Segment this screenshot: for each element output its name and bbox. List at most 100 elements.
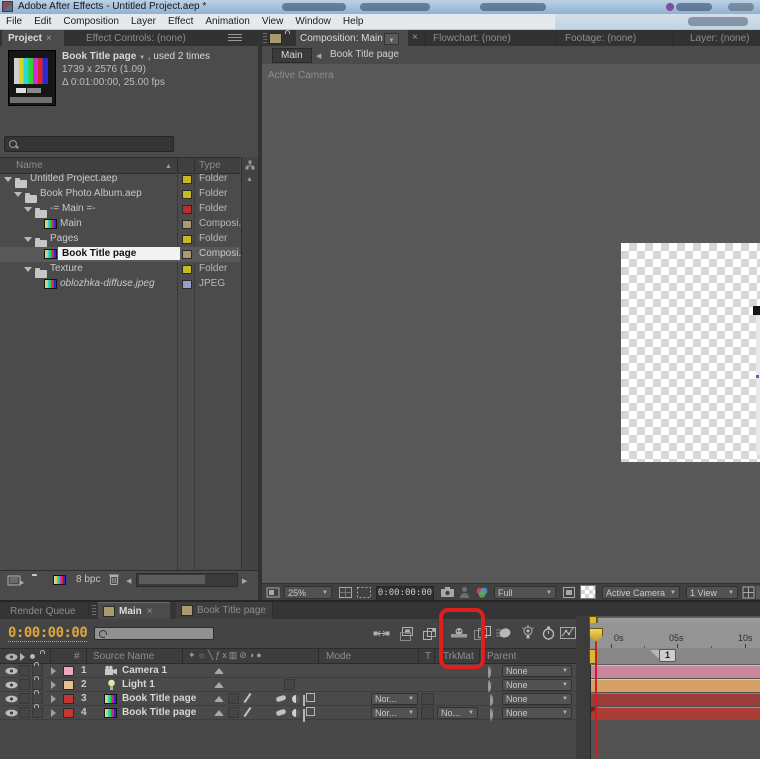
show-snapshot-icon[interactable] xyxy=(459,586,470,598)
motion-blur-icon[interactable] xyxy=(495,627,512,640)
magnification-dropdown[interactable]: 25% xyxy=(284,586,332,599)
tab-timeline-main[interactable]: Main xyxy=(98,602,170,619)
collapse-switch-icon[interactable] xyxy=(214,710,224,716)
breadcrumb-back-icon[interactable] xyxy=(316,50,321,61)
channels-icon[interactable] xyxy=(474,586,490,599)
parent-dropdown[interactable]: None xyxy=(502,679,572,691)
region-of-interest-icon[interactable] xyxy=(356,586,372,599)
layer-name[interactable]: Book Title page xyxy=(122,707,196,718)
menu-help[interactable]: Help xyxy=(337,14,370,29)
quality-switch-icon[interactable] xyxy=(244,693,252,703)
layer-label-swatch[interactable] xyxy=(63,708,74,718)
lock-toggle[interactable] xyxy=(32,693,43,704)
close-icon[interactable] xyxy=(412,32,418,43)
layer-bar-1[interactable] xyxy=(591,665,760,678)
audio-column-icon[interactable] xyxy=(20,653,29,661)
twirl-arrow-icon[interactable] xyxy=(51,695,56,703)
interpret-footage-icon[interactable] xyxy=(7,574,25,586)
hscroll-track[interactable] xyxy=(136,573,238,587)
collapse-switch-icon[interactable] xyxy=(214,682,224,688)
expand-arrow-icon[interactable] xyxy=(14,192,22,197)
always-preview-icon[interactable] xyxy=(266,587,280,598)
close-icon[interactable] xyxy=(46,33,52,44)
hscroll-left-icon[interactable] xyxy=(126,575,131,586)
label-swatch[interactable] xyxy=(182,235,192,244)
tab-timeline-book-title-page[interactable]: Book Title page xyxy=(176,602,272,619)
motion-blur-switch-icon[interactable] xyxy=(275,709,286,717)
exposure-icon[interactable] xyxy=(756,586,760,599)
menu-view[interactable]: View xyxy=(256,14,290,29)
expand-arrow-icon[interactable] xyxy=(24,267,32,272)
trkmat-dropdown[interactable]: No... xyxy=(437,707,478,719)
label-swatch[interactable] xyxy=(182,205,192,214)
close-icon[interactable] xyxy=(147,606,153,617)
expand-arrow-icon[interactable] xyxy=(24,207,32,212)
audio-toggle[interactable] xyxy=(19,679,30,690)
auto-keyframe-icon[interactable] xyxy=(541,626,556,641)
snapshot-icon[interactable] xyxy=(440,586,455,598)
menu-effect[interactable]: Effect xyxy=(162,14,199,29)
panel-grip[interactable] xyxy=(263,33,267,43)
label-swatch[interactable] xyxy=(182,220,192,229)
label-swatch[interactable] xyxy=(182,280,192,289)
switches-column-icons[interactable]: ✦☼╲ƒx▥⊘◑● xyxy=(188,650,264,661)
collapse-switch-icon[interactable] xyxy=(214,696,224,702)
tab-flowchart[interactable]: Flowchart: (none) xyxy=(433,33,511,44)
pickwhip-icon[interactable] xyxy=(490,708,492,721)
tree-row-book-title-page[interactable]: Book Title page Composi... xyxy=(0,247,240,262)
parent-dropdown[interactable]: None xyxy=(502,665,572,677)
tree-row-book-photo-album[interactable]: Book Photo Album.aep Folder xyxy=(0,187,240,202)
lock-toggle[interactable] xyxy=(32,679,43,690)
sort-ascending-icon[interactable] xyxy=(165,160,172,171)
tab-footage[interactable]: Footage: (none) xyxy=(565,33,636,44)
footage-thumbnail[interactable] xyxy=(8,50,56,106)
trash-icon[interactable] xyxy=(108,573,120,586)
project-search-input[interactable] xyxy=(4,136,174,152)
solo-column-icon[interactable] xyxy=(30,654,35,659)
tab-effect-controls[interactable]: Effect Controls: (none) xyxy=(86,33,186,44)
comp-marker-flag[interactable] xyxy=(650,650,659,659)
eye-icon[interactable] xyxy=(5,695,18,703)
menu-window[interactable]: Window xyxy=(289,14,337,29)
draft-3d-icon[interactable] xyxy=(421,626,438,641)
hscroll-thumb[interactable] xyxy=(139,575,205,584)
menu-composition[interactable]: Composition xyxy=(57,14,125,29)
expand-arrow-icon[interactable] xyxy=(24,237,32,242)
twirl-arrow-icon[interactable] xyxy=(51,709,56,717)
project-vscrollbar[interactable] xyxy=(241,157,258,585)
view-layout-dropdown[interactable]: 1 View xyxy=(686,586,738,599)
column-type[interactable]: Type xyxy=(199,160,221,171)
quality-switch-icon[interactable] xyxy=(244,707,252,717)
live-update-icon[interactable] xyxy=(400,626,416,641)
lock-toggle[interactable] xyxy=(32,665,43,676)
menu-layer[interactable]: Layer xyxy=(125,14,162,29)
label-swatch[interactable] xyxy=(182,190,192,199)
tab-render-queue[interactable]: Render Queue xyxy=(10,606,76,617)
comp-marker-1[interactable]: 1 xyxy=(659,649,676,662)
parent-dropdown[interactable]: None xyxy=(502,693,572,705)
switch-box[interactable] xyxy=(284,679,295,690)
layer-label-swatch[interactable] xyxy=(63,666,74,676)
twirl-arrow-icon[interactable] xyxy=(51,667,56,675)
column-name[interactable]: Name xyxy=(16,160,43,171)
flowchart-view-icon[interactable] xyxy=(245,160,255,170)
preview-name[interactable]: Book Title page xyxy=(62,51,136,62)
menu-file[interactable]: File xyxy=(0,14,28,29)
expand-arrow-icon[interactable] xyxy=(4,177,12,182)
layer-label-swatch[interactable] xyxy=(63,680,74,690)
blend-mode-dropdown[interactable]: Nor... xyxy=(371,693,418,705)
tree-row-main-comp[interactable]: Main Composi... xyxy=(0,217,240,232)
eye-icon[interactable] xyxy=(5,709,18,717)
column-t[interactable]: T xyxy=(425,651,431,662)
tree-row-main-folder[interactable]: -= Main =- Folder xyxy=(0,202,240,217)
safe-margins-icon[interactable] xyxy=(338,586,353,599)
brainstorm-icon[interactable] xyxy=(520,625,536,641)
video-column-icon[interactable] xyxy=(5,653,18,661)
comp-viewer[interactable]: Active Camera xyxy=(262,64,760,583)
trkmat-box[interactable] xyxy=(421,707,434,719)
audio-toggle[interactable] xyxy=(19,693,30,704)
column-number[interactable]: # xyxy=(74,651,80,662)
layer-bar-4[interactable] xyxy=(591,707,760,720)
resolution-dropdown[interactable]: Full xyxy=(494,586,556,599)
eye-icon[interactable] xyxy=(5,667,18,675)
